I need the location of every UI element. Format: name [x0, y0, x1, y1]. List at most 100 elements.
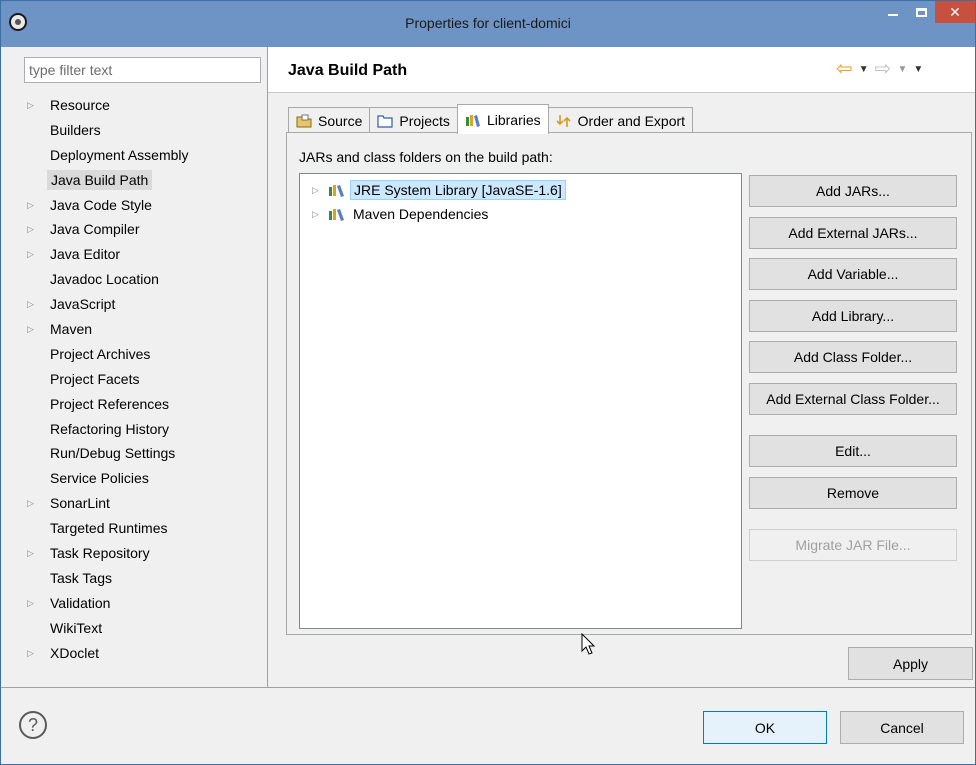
add-variable-button[interactable]: Add Variable...: [749, 258, 957, 290]
library-icon: [329, 209, 344, 221]
tree-item[interactable]: Service Policies: [21, 466, 267, 491]
tree-item[interactable]: ▷ Java Editor: [21, 242, 267, 267]
tree-item[interactable]: Targeted Runtimes: [21, 516, 267, 541]
tree-item-label: Java Compiler: [50, 221, 140, 238]
expand-arrow-icon[interactable]: ▷: [312, 185, 324, 196]
expand-arrow-icon[interactable]: ▷: [27, 217, 34, 242]
tab-order-and-export[interactable]: Order and Export: [547, 107, 694, 133]
tree-item-label: Validation: [50, 594, 111, 611]
filter-input[interactable]: [24, 57, 261, 83]
remove-button[interactable]: Remove: [749, 477, 957, 509]
close-button[interactable]: ✕: [935, 1, 975, 23]
library-icon: [329, 185, 344, 197]
project-folder-icon: [377, 114, 393, 128]
tree-item-label: Task Repository: [50, 545, 150, 562]
tree-item-label: Targeted Runtimes: [50, 520, 168, 537]
add-jars-button[interactable]: Add JARs...: [749, 175, 957, 207]
forward-dropdown-icon[interactable]: ▼: [897, 64, 907, 75]
help-icon[interactable]: ?: [19, 711, 47, 739]
expand-arrow-icon[interactable]: ▷: [27, 491, 34, 516]
libraries-tree[interactable]: ▷ JRE System Library [JavaSE-1.6] ▷ Maven D…: [299, 173, 742, 629]
tree-item[interactable]: Task Tags: [21, 566, 267, 591]
tree-item-label: Project Archives: [50, 345, 151, 362]
title-bar[interactable]: Properties for client-domici ✕: [1, 1, 975, 47]
tab-libraries-label: Libraries: [486, 111, 541, 128]
tree-item[interactable]: ▷ Resource: [21, 93, 267, 118]
tree-item[interactable]: Project Archives: [21, 342, 267, 367]
tree-item-label: Refactoring History: [50, 420, 170, 437]
tree-item-label: Run/Debug Settings: [50, 445, 176, 462]
back-arrow-icon[interactable]: ⇦: [836, 59, 853, 79]
apply-button[interactable]: Apply: [848, 647, 973, 680]
library-entry[interactable]: ▷ Maven Dependencies: [312, 203, 491, 225]
tree-item[interactable]: Refactoring History: [21, 417, 267, 442]
expand-arrow-icon[interactable]: ▷: [27, 93, 34, 118]
tree-item[interactable]: Builders: [21, 118, 267, 143]
expand-arrow-icon[interactable]: ▷: [27, 541, 34, 566]
tree-item[interactable]: ▷ Java Compiler: [21, 217, 267, 242]
tree-item-label: Project Facets: [50, 370, 140, 387]
tree-item[interactable]: ▷ Validation: [21, 591, 267, 616]
close-icon: ✕: [949, 3, 961, 20]
tree-item-label: Java Editor: [50, 246, 121, 263]
tree-item-label: WikiText: [50, 619, 103, 636]
tree-item-label: Task Tags: [50, 569, 112, 586]
tree-item[interactable]: ▷ SonarLint: [21, 491, 267, 516]
tree-item-label: Java Build Path: [47, 169, 153, 190]
property-navigation-pane: ▷ Resource Builders Deployment Assembly Java…: [9, 47, 267, 687]
libraries-tab-panel: JARs and class folders on the build path…: [286, 132, 972, 635]
libraries-label: JARs and class folders on the build path…: [299, 149, 553, 165]
maximize-button[interactable]: [907, 1, 935, 23]
ok-button[interactable]: OK: [703, 711, 827, 744]
bottom-separator: [1, 687, 975, 688]
tree-item-label: Resource: [50, 97, 110, 113]
tree-item[interactable]: Project References: [21, 392, 267, 417]
tab-source-label: Source: [318, 112, 363, 129]
expand-arrow-icon[interactable]: ▷: [27, 591, 34, 616]
library-books-icon: [465, 114, 480, 127]
tree-item-label: Javadoc Location: [50, 271, 159, 288]
add-external-class-folder-button[interactable]: Add External Class Folder...: [749, 383, 957, 415]
tree-item[interactable]: ▷ JavaScript: [21, 292, 267, 317]
expand-arrow-icon[interactable]: ▷: [27, 242, 34, 267]
add-external-jars-button[interactable]: Add External JARs...: [749, 217, 957, 249]
add-class-folder-button[interactable]: Add Class Folder...: [749, 341, 957, 373]
tab-source[interactable]: Source: [288, 107, 371, 133]
tree-item[interactable]: ▷ XDoclet: [21, 641, 267, 666]
tab-libraries[interactable]: Libraries: [456, 104, 549, 134]
tree-item[interactable]: Run/Debug Settings: [21, 441, 267, 466]
minimize-button[interactable]: [879, 1, 907, 23]
library-entry-label: JRE System Library [JavaSE-1.6]: [350, 180, 566, 200]
expand-arrow-icon[interactable]: ▷: [312, 209, 324, 220]
tree-item[interactable]: Project Facets: [21, 367, 267, 392]
property-tree: ▷ Resource Builders Deployment Assembly Java…: [21, 93, 267, 665]
page-navigation: ⇦ ▼ ⇨ ▼ ▼: [836, 59, 923, 79]
window-title: Properties for client-domici: [405, 15, 571, 31]
tree-item[interactable]: ▷ Java Code Style: [21, 193, 267, 218]
tree-item-label: Maven: [50, 321, 93, 338]
migrate-jar-button[interactable]: Migrate JAR File...: [749, 529, 957, 561]
tree-item[interactable]: ▷ Task Repository: [21, 541, 267, 566]
forward-arrow-icon[interactable]: ⇨: [875, 59, 892, 79]
tree-item[interactable]: Javadoc Location: [21, 267, 267, 292]
expand-arrow-icon[interactable]: ▷: [27, 317, 34, 342]
tab-projects[interactable]: Projects: [369, 107, 458, 133]
tree-item-label: Builders: [50, 121, 101, 138]
build-path-tabs: Source Projects Libraries Order and Expo…: [288, 104, 694, 134]
tree-item[interactable]: WikiText: [21, 616, 267, 641]
tree-item-label: Service Policies: [50, 470, 149, 487]
edit-button[interactable]: Edit...: [749, 435, 957, 467]
tree-item[interactable]: Java Build Path: [21, 168, 267, 193]
cancel-button[interactable]: Cancel: [840, 711, 964, 744]
tab-projects-label: Projects: [399, 112, 450, 129]
view-menu-icon[interactable]: ▼: [913, 64, 923, 75]
expand-arrow-icon[interactable]: ▷: [27, 292, 34, 317]
maximize-icon: [915, 7, 927, 17]
add-library-button[interactable]: Add Library...: [749, 300, 957, 332]
library-entry[interactable]: ▷ JRE System Library [JavaSE-1.6]: [312, 179, 566, 201]
expand-arrow-icon[interactable]: ▷: [27, 641, 34, 666]
expand-arrow-icon[interactable]: ▷: [27, 193, 34, 218]
back-dropdown-icon[interactable]: ▼: [859, 64, 869, 75]
tree-item[interactable]: ▷ Maven: [21, 317, 267, 342]
tree-item[interactable]: Deployment Assembly: [21, 143, 267, 168]
